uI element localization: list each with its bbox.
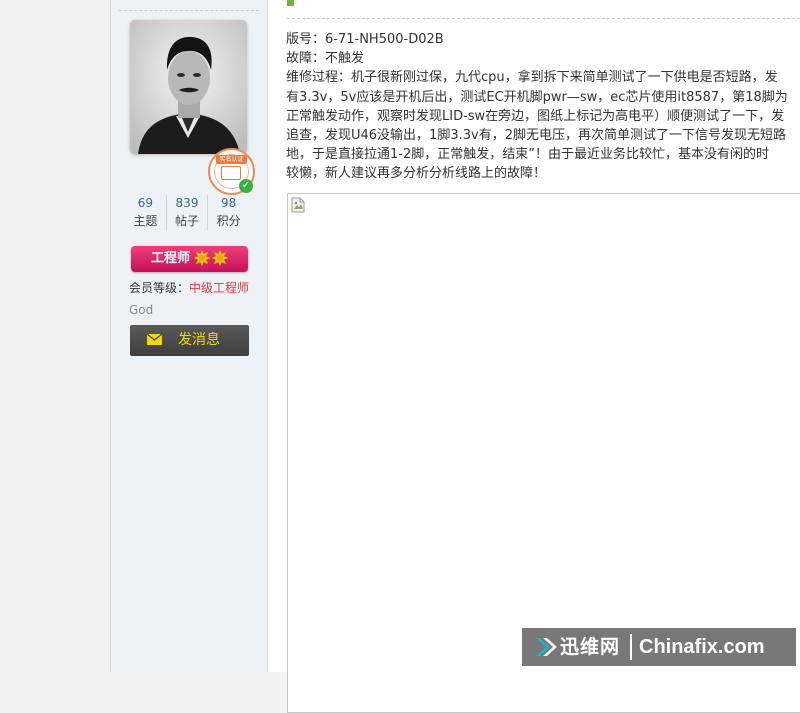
post-line: 地，于是直接拉通1-2脚，正常触发，结束”！由于最近业务比较忙，基本没有闲的时	[286, 147, 769, 163]
watermark-en: Chinafix.com	[639, 636, 765, 658]
member-level-value[interactable]: 中级工程师	[189, 281, 249, 295]
stat-topics[interactable]: 69 主题	[125, 195, 166, 231]
check-icon: ✓	[239, 179, 253, 193]
divider	[119, 10, 259, 11]
post-line: 正常触发动作，观察时发现LID-sw在旁边，图纸上标记为高电平）顺便测试了一下，…	[286, 108, 785, 124]
verified-label: 实名认证	[216, 155, 247, 164]
member-level-label: 会员等级：	[129, 281, 190, 295]
stat-label: 帖子	[175, 214, 200, 228]
watermark-cn: 迅维网	[560, 636, 621, 658]
sun-icon	[212, 250, 228, 266]
post-line: 维修过程：机子很新刚过保，九代cpu，拿到拆下来简单测试了一下供电是否短路，发	[286, 70, 778, 86]
site-watermark: 迅维网 Chinafix.com	[522, 628, 796, 666]
avatar-portrait	[130, 20, 247, 154]
post-line: 故障：不触发	[286, 51, 365, 67]
stat-value[interactable]: 69	[125, 195, 166, 211]
arrow-logo-icon	[536, 638, 557, 656]
post-body: 版号：6-71-NH500-D02B 故障：不触发 维修过程：机子很新刚过保，九…	[286, 30, 800, 184]
stat-posts[interactable]: 839 帖子	[165, 195, 208, 231]
sun-icon	[194, 250, 210, 266]
post-line: 版号：6-71-NH500-D02B	[286, 32, 444, 47]
post-line: 较懒，新人建议再多分析分析线路上的故障！	[286, 166, 547, 182]
stat-value[interactable]: 839	[167, 195, 208, 211]
post-content-area: 版号：6-71-NH500-D02B 故障：不触发 维修过程：机子很新刚过保，九…	[268, 0, 800, 713]
stat-points[interactable]: 98 积分	[207, 195, 249, 231]
stat-value[interactable]: 98	[208, 195, 249, 211]
post-line: 有3.3v，5v应该是开机后出，测试EC开机脚pwr—sw，ec芯片使用it85…	[286, 89, 788, 105]
send-message-label: 发消息	[178, 332, 220, 348]
avatar[interactable]	[130, 20, 247, 154]
id-card-icon	[221, 166, 241, 180]
post-line: 追查，发现U46没输出，1脚3.3v有，2脚无电压，再次简单测试了一下信号发现无…	[286, 128, 786, 144]
verified-badge: 实名认证 ✓	[208, 148, 255, 195]
role-badge: 工程师	[131, 246, 248, 272]
role-label: 工程师	[151, 251, 191, 266]
post-marker	[287, 0, 294, 6]
broken-image-icon	[291, 197, 305, 213]
envelope-icon	[147, 334, 162, 345]
send-message-button[interactable]: 发消息	[130, 325, 249, 356]
user-stats: 69 主题 839 帖子 98 积分	[125, 195, 249, 231]
stat-label: 积分	[216, 214, 241, 228]
watermark-separator	[630, 634, 632, 660]
member-level: 会员等级：中级工程师	[129, 280, 249, 296]
left-sidebar-strip	[0, 0, 111, 672]
author-profile-panel: 实名认证 ✓ 69 主题 839 帖子 98 积分 工程师 会员等级：中级工程师…	[111, 0, 268, 672]
custom-title: God	[129, 303, 154, 317]
divider	[287, 18, 800, 19]
stat-label: 主题	[133, 214, 158, 228]
